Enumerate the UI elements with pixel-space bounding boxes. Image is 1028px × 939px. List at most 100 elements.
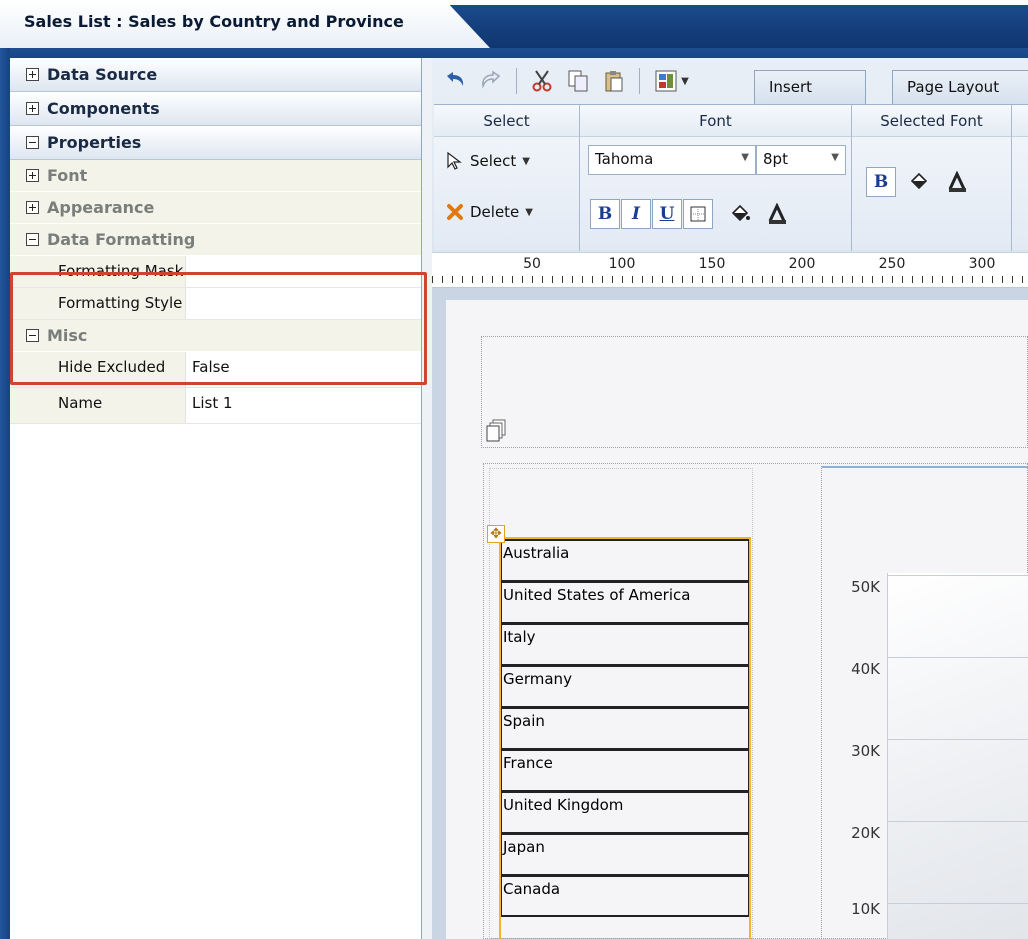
frame-left (0, 48, 10, 939)
font-size-select[interactable]: 8pt ▼ (756, 145, 846, 175)
list-item[interactable]: Spain (501, 707, 749, 749)
select-button[interactable]: Select ▼ (446, 151, 530, 171)
delete-button[interactable]: Delete ▼ (446, 203, 533, 221)
expand-icon[interactable] (26, 201, 39, 214)
selected-font-color-button[interactable] (942, 167, 972, 197)
expand-icon[interactable] (26, 169, 39, 182)
group-appearance[interactable]: Appearance (10, 192, 421, 224)
property-value[interactable] (186, 288, 421, 319)
repeating-section-icon[interactable] (486, 419, 508, 447)
accordion-data-source[interactable]: Data Source (10, 58, 421, 92)
property-row-hide-excluded[interactable]: Hide Excluded False (10, 352, 421, 388)
ruler-mark: 150 (698, 256, 726, 272)
list-item[interactable]: United States of America (501, 581, 749, 623)
paste-icon[interactable] (601, 68, 627, 94)
chevron-down-icon[interactable]: ▼ (525, 207, 533, 218)
list-component[interactable]: Australia United States of America Italy… (499, 537, 751, 939)
property-name: Formatting Style (10, 288, 186, 319)
chevron-down-icon[interactable]: ▼ (741, 152, 749, 163)
selected-font-group: B (852, 137, 1012, 251)
title-bar-background (440, 5, 1028, 48)
ruler-mark: 300 (968, 256, 996, 272)
list-item[interactable]: United Kingdom (501, 791, 749, 833)
chart-plot-area (887, 573, 1028, 939)
list-item[interactable]: Italy (501, 623, 749, 665)
font-color-button[interactable] (762, 199, 792, 229)
ruler-mark: 100 (608, 256, 636, 272)
copy-icon[interactable] (565, 68, 591, 94)
paint-bucket-icon (910, 172, 928, 190)
accordion-properties[interactable]: Properties (10, 126, 421, 160)
undo-icon[interactable] (442, 68, 468, 94)
redo-icon[interactable] (478, 68, 504, 94)
group-data-formatting[interactable]: Data Formatting (10, 224, 421, 256)
property-value[interactable] (186, 256, 421, 287)
bold-button[interactable]: B (590, 199, 620, 229)
group-label: Font (47, 166, 88, 185)
group-font[interactable]: Font (10, 160, 421, 192)
group-label: Appearance (47, 198, 155, 217)
expand-icon[interactable] (26, 68, 39, 81)
group-label: Misc (47, 326, 88, 345)
move-handle-icon[interactable]: ✥ (487, 525, 505, 543)
list-item[interactable]: Australia (501, 539, 749, 581)
list-item[interactable]: France (501, 749, 749, 791)
list-item[interactable]: Germany (501, 665, 749, 707)
property-row-formatting-mask[interactable]: Formatting Mask (10, 256, 421, 288)
font-color-icon (768, 203, 786, 224)
accordion-label: Data Source (47, 65, 158, 84)
border-button[interactable] (683, 199, 713, 229)
group-label: Data Formatting (47, 230, 196, 249)
chevron-down-icon[interactable]: ▼ (522, 156, 530, 167)
property-name: Name (10, 388, 186, 423)
properties-panel: Data Source Components Properties Font A… (10, 58, 422, 939)
y-axis-tick: 30K (851, 742, 880, 760)
group-title-font: Font (580, 105, 852, 137)
collapse-icon[interactable] (26, 136, 39, 149)
property-value[interactable]: False (186, 352, 421, 387)
tab-insert[interactable]: Insert (754, 70, 866, 104)
frame-top (0, 48, 1028, 58)
tab-page-layout[interactable]: Page Layout (892, 70, 1028, 104)
ribbon-groups: Select Select ▼ Delete ▼ Font Tahoma ▼ 8… (434, 104, 1028, 251)
y-axis-tick: 20K (851, 824, 880, 842)
fill-color-button[interactable] (725, 199, 755, 229)
y-axis-tick: 50K (851, 578, 880, 596)
italic-button[interactable]: I (621, 199, 651, 229)
property-row-formatting-style[interactable]: Formatting Style (10, 288, 421, 320)
expand-icon[interactable] (26, 102, 39, 115)
ruler-mark: 250 (878, 256, 906, 272)
property-value[interactable]: List 1 (186, 388, 421, 423)
group-title-select: Select (434, 105, 580, 137)
accordion-label: Components (47, 99, 160, 118)
selected-fill-button[interactable] (904, 167, 934, 197)
border-icon (690, 206, 706, 222)
select-group: Select ▼ Delete ▼ (434, 137, 580, 251)
collapse-icon[interactable] (26, 329, 39, 342)
underline-button[interactable]: U (652, 199, 682, 229)
chevron-down-icon[interactable]: ▼ (831, 152, 839, 163)
cut-icon[interactable] (529, 68, 555, 94)
accordion-label: Properties (47, 133, 142, 152)
property-name: Formatting Mask (10, 256, 186, 287)
layout-icon[interactable]: ▼ (652, 68, 692, 94)
selected-bold-button[interactable]: B (866, 167, 896, 197)
font-family-select[interactable]: Tahoma ▼ (588, 145, 756, 175)
layout-container[interactable] (481, 336, 1028, 448)
group-misc[interactable]: Misc (10, 320, 421, 352)
title-bar: Sales List : Sales by Country and Provin… (0, 0, 1028, 48)
property-row-name[interactable]: Name List 1 (10, 388, 421, 424)
list-item[interactable]: Canada (501, 875, 749, 917)
accordion-components[interactable]: Components (10, 92, 421, 126)
ruler-mark: 50 (523, 256, 541, 272)
y-axis-tick: 40K (851, 660, 880, 678)
font-group: Tahoma ▼ 8pt ▼ B I U (580, 137, 852, 251)
document-title: Sales List : Sales by Country and Provin… (24, 12, 404, 31)
list-item[interactable]: Japan (501, 833, 749, 875)
property-name: Hide Excluded (10, 352, 186, 387)
collapse-icon[interactable] (26, 233, 39, 246)
group-title-selected-font: Selected Font (852, 105, 1012, 137)
font-color-icon (948, 171, 966, 192)
pointer-icon (447, 151, 462, 170)
document-tab[interactable]: Sales List : Sales by Country and Provin… (0, 0, 490, 48)
